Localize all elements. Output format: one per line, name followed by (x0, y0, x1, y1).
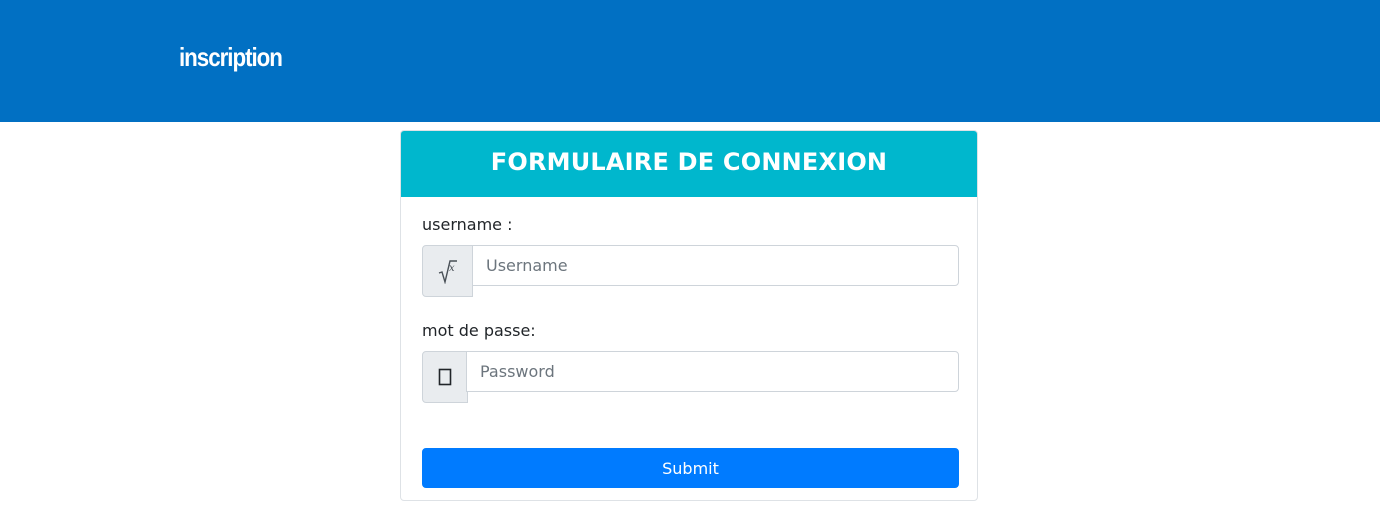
inscription-link[interactable]: inscription (179, 42, 283, 73)
username-input[interactable] (472, 245, 959, 286)
submit-button[interactable]: Submit (422, 448, 959, 488)
svg-text:x: x (449, 263, 455, 274)
top-header: inscription (0, 0, 1380, 122)
username-label: username : (422, 215, 513, 234)
password-label: mot de passe: (422, 321, 536, 340)
missing-glyph-icon (422, 351, 468, 403)
username-input-group: x (422, 245, 959, 297)
password-input[interactable] (466, 351, 959, 392)
login-card: FORMULAIRE DE CONNEXION username : x mot… (400, 130, 978, 501)
password-input-group (422, 351, 959, 403)
sqrt-x-icon: x (422, 245, 473, 297)
form-title: FORMULAIRE DE CONNEXION (401, 131, 977, 197)
